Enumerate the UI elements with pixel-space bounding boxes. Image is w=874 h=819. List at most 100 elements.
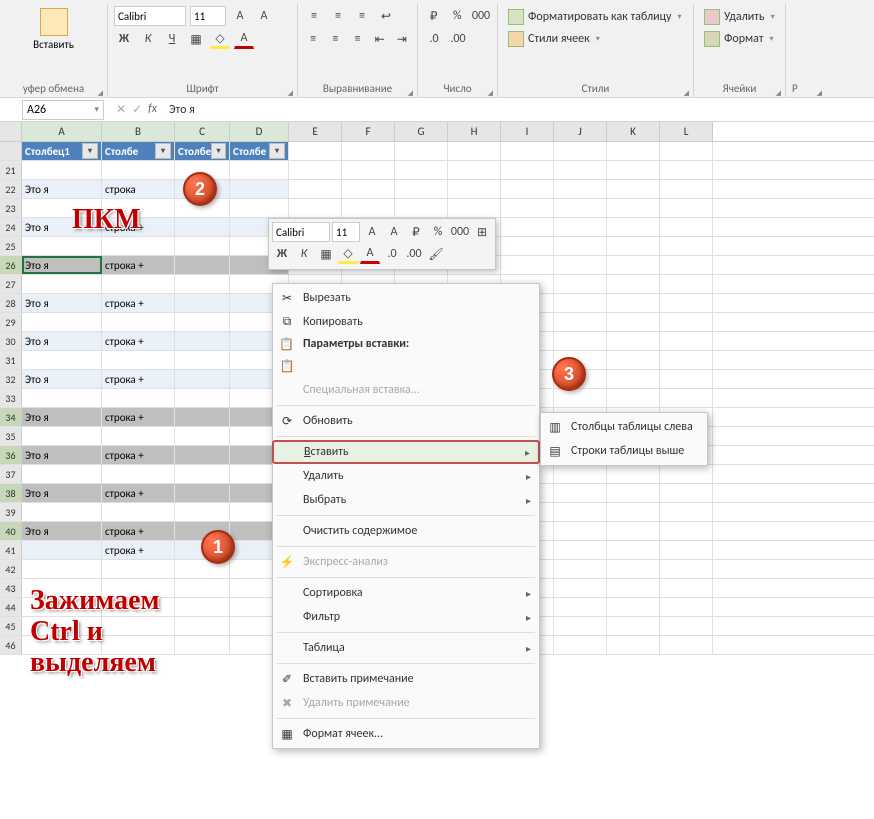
ctx-cut[interactable]: ✂Вырезать (273, 286, 539, 310)
cell[interactable] (607, 636, 660, 654)
cell[interactable] (175, 275, 230, 293)
cell[interactable] (501, 237, 554, 255)
cell[interactable] (102, 560, 175, 578)
mini-italic[interactable]: К (294, 244, 314, 264)
cell[interactable] (102, 275, 175, 293)
cell[interactable] (607, 294, 660, 312)
row-header[interactable]: 35 (0, 427, 22, 445)
cell[interactable] (554, 598, 607, 616)
cell[interactable]: строка + (102, 256, 175, 274)
font-color-icon[interactable]: A (234, 29, 254, 49)
ctx-insert[interactable]: Вставить (272, 440, 540, 464)
cell[interactable]: строка + (102, 332, 175, 350)
cell[interactable] (607, 484, 660, 502)
row-header[interactable]: 28 (0, 294, 22, 312)
cell[interactable] (554, 313, 607, 331)
cell[interactable] (102, 313, 175, 331)
cell[interactable] (501, 142, 554, 160)
cell[interactable]: строка + (102, 541, 175, 559)
row-header[interactable]: 39 (0, 503, 22, 521)
cell[interactable] (22, 503, 102, 521)
cell[interactable] (342, 142, 395, 160)
cell[interactable] (175, 237, 230, 255)
col-header-l[interactable]: L (660, 122, 713, 141)
cell[interactable] (102, 579, 175, 597)
row-header[interactable]: 43 (0, 579, 22, 597)
cell[interactable] (22, 636, 102, 654)
cell[interactable] (22, 199, 102, 217)
mini-merge-icon[interactable]: ⊞ (472, 222, 492, 242)
cell[interactable] (448, 142, 501, 160)
cell[interactable] (607, 180, 660, 198)
row-header[interactable]: 23 (0, 199, 22, 217)
paste-button[interactable]: Вставить (6, 6, 101, 53)
row-header[interactable]: 26 (0, 256, 22, 274)
enter-icon[interactable]: ✓ (132, 102, 142, 117)
align-right-icon[interactable]: ≡ (348, 29, 366, 49)
cell[interactable] (102, 351, 175, 369)
cell[interactable] (175, 636, 230, 654)
ctx-sort[interactable]: Сортировка (273, 581, 539, 605)
cell[interactable] (554, 275, 607, 293)
cell[interactable] (554, 560, 607, 578)
align-top-icon[interactable]: ≡ (304, 6, 324, 26)
col-header-g[interactable]: G (395, 122, 448, 141)
mini-font-size[interactable] (332, 222, 360, 242)
col-header-k[interactable]: K (607, 122, 660, 141)
row-header[interactable]: 46 (0, 636, 22, 654)
cell[interactable] (22, 541, 102, 559)
cell[interactable] (102, 161, 175, 179)
cell[interactable]: строка + (102, 446, 175, 464)
cell[interactable] (554, 484, 607, 502)
cell[interactable] (501, 180, 554, 198)
mini-bold[interactable]: Ж (272, 244, 292, 264)
row-header[interactable]: 45 (0, 617, 22, 635)
cell[interactable] (175, 617, 230, 635)
ctx-table[interactable]: Таблица (273, 636, 539, 660)
delete-cells-button[interactable]: Удалить (700, 6, 779, 28)
cell[interactable] (22, 560, 102, 578)
align-center-icon[interactable]: ≡ (326, 29, 344, 49)
cell[interactable] (554, 503, 607, 521)
cell[interactable] (607, 332, 660, 350)
cell[interactable] (175, 484, 230, 502)
cell[interactable] (175, 465, 230, 483)
formula-bar[interactable]: Это я (163, 103, 874, 117)
cell[interactable] (230, 180, 289, 198)
row-header[interactable]: 25 (0, 237, 22, 255)
ctx-refresh[interactable]: ⟳Обновить (273, 409, 539, 433)
cell[interactable] (607, 351, 660, 369)
cell[interactable] (554, 218, 607, 236)
cell[interactable] (554, 180, 607, 198)
cell[interactable] (175, 218, 230, 236)
cell[interactable] (660, 332, 713, 350)
cell[interactable] (22, 161, 102, 179)
row-header[interactable]: 24 (0, 218, 22, 236)
row-header[interactable]: 40 (0, 522, 22, 540)
mini-font-name[interactable] (272, 222, 330, 242)
align-left-icon[interactable]: ≡ (304, 29, 322, 49)
cell[interactable]: Это я (22, 294, 102, 312)
currency-icon[interactable]: ₽ (424, 6, 444, 26)
cell[interactable] (102, 389, 175, 407)
ctx-select[interactable]: Выбрать (273, 488, 539, 512)
cell[interactable]: строка (102, 180, 175, 198)
mini-border-icon[interactable]: ▦ (316, 244, 336, 264)
cancel-icon[interactable]: ✕ (116, 102, 126, 117)
cell[interactable] (554, 541, 607, 559)
cell[interactable] (501, 199, 554, 217)
col-header-b[interactable]: B (102, 122, 175, 141)
col-header-i[interactable]: I (501, 122, 554, 141)
cell[interactable] (660, 370, 713, 388)
cell[interactable] (22, 598, 102, 616)
cell[interactable] (448, 161, 501, 179)
dec-decimal-icon[interactable]: .00 (448, 29, 468, 49)
ctx-format-cells[interactable]: ▦Формат ячеек... (273, 722, 539, 746)
cell[interactable] (289, 142, 342, 160)
cell[interactable] (102, 237, 175, 255)
sub-cols-left[interactable]: ▥Столбцы таблицы слева (541, 415, 707, 439)
cell[interactable] (660, 598, 713, 616)
cell[interactable] (607, 275, 660, 293)
cell[interactable] (289, 199, 342, 217)
cell[interactable]: Это я (22, 256, 102, 274)
